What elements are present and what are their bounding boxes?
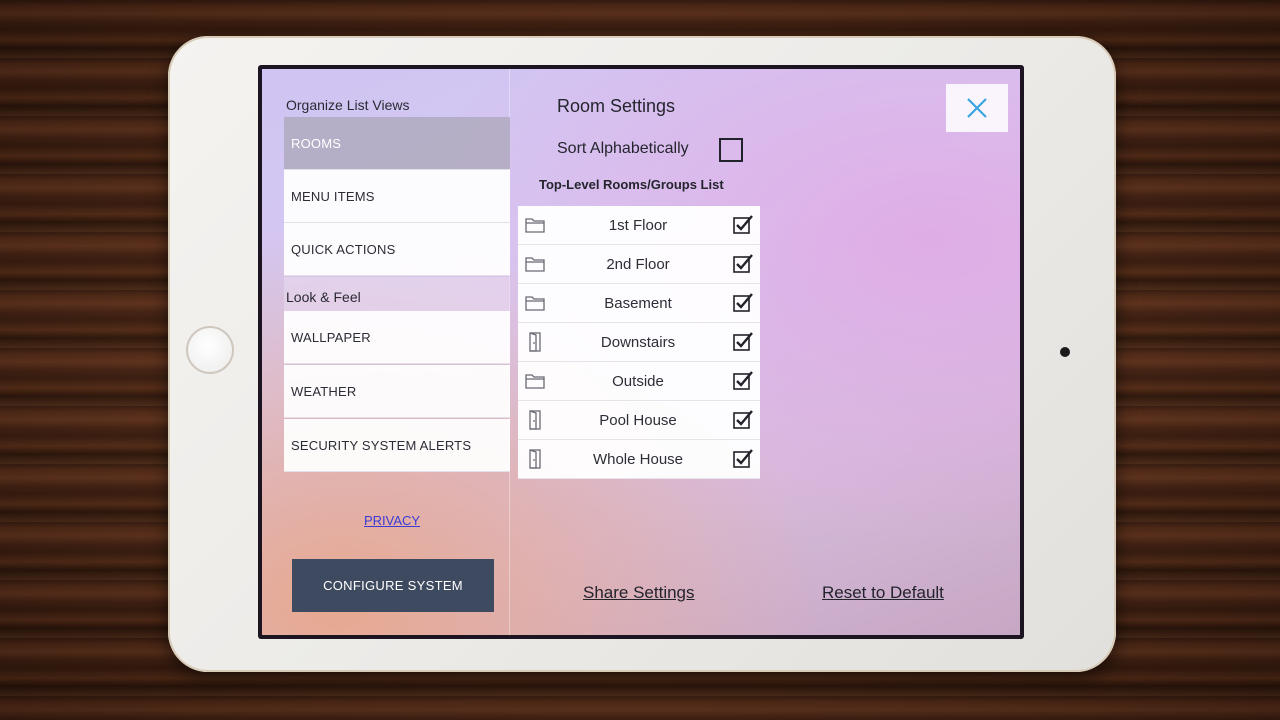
- sidebar: Organize List Views ROOMS MENU ITEMS QUI…: [262, 69, 510, 635]
- tablet-screen: Organize List Views ROOMS MENU ITEMS QUI…: [258, 65, 1024, 639]
- list-item[interactable]: Basement: [518, 284, 760, 323]
- room-name: Downstairs: [600, 333, 676, 351]
- sort-alphabetically-checkbox[interactable]: [719, 138, 743, 162]
- checkbox-checked-icon[interactable]: [732, 331, 754, 353]
- door-icon: [529, 410, 541, 430]
- privacy-link[interactable]: PRIVACY: [364, 513, 420, 528]
- folder-icon: [525, 296, 545, 311]
- home-button[interactable]: [186, 326, 234, 374]
- sidebar-item-label: QUICK ACTIONS: [291, 241, 396, 257]
- sidebar-item-label: ROOMS: [291, 135, 342, 151]
- list-item[interactable]: 1st Floor: [518, 206, 760, 245]
- folder-icon: [525, 257, 545, 272]
- sort-alphabetically-label: Sort Alphabetically: [557, 140, 689, 157]
- sidebar-item-label: SECURITY SYSTEM ALERTS: [291, 437, 472, 453]
- list-item[interactable]: Whole House: [518, 440, 760, 479]
- door-icon: [529, 449, 541, 469]
- settings-app: Organize List Views ROOMS MENU ITEMS QUI…: [262, 69, 1020, 635]
- room-name: 1st Floor: [608, 216, 668, 234]
- close-icon: [967, 98, 987, 118]
- sidebar-item-label: MENU ITEMS: [291, 188, 375, 204]
- list-item[interactable]: 2nd Floor: [518, 245, 760, 284]
- checkbox-checked-icon[interactable]: [732, 448, 754, 470]
- rooms-list-title: Top-Level Rooms/Groups List: [539, 177, 724, 192]
- rooms-list: 1st Floor 2nd Floor Basement Downstairs …: [518, 206, 760, 479]
- room-name: Outside: [612, 372, 664, 390]
- room-name: Whole House: [592, 450, 684, 468]
- list-item[interactable]: Downstairs: [518, 323, 760, 362]
- sidebar-item-security-alerts[interactable]: SECURITY SYSTEM ALERTS: [284, 419, 510, 472]
- configure-system-button[interactable]: CONFIGURE SYSTEM: [292, 559, 494, 612]
- checkbox-checked-icon[interactable]: [732, 214, 754, 236]
- share-settings-link[interactable]: Share Settings: [583, 583, 695, 603]
- door-icon: [529, 332, 541, 352]
- close-button[interactable]: [946, 84, 1008, 132]
- folder-icon: [525, 218, 545, 233]
- page-title: Room Settings: [557, 96, 676, 116]
- sidebar-item-rooms[interactable]: ROOMS: [284, 117, 510, 170]
- room-name: Pool House: [599, 411, 677, 429]
- reset-to-default-link[interactable]: Reset to Default: [822, 583, 944, 603]
- organize-section-title: Organize List Views: [286, 97, 410, 113]
- sidebar-item-quick-actions[interactable]: QUICK ACTIONS: [284, 223, 510, 276]
- sidebar-item-menu-items[interactable]: MENU ITEMS: [284, 170, 510, 223]
- sidebar-item-label: WEATHER: [291, 383, 357, 399]
- sidebar-item-label: WALLPAPER: [291, 329, 371, 345]
- sidebar-item-weather[interactable]: WEATHER: [284, 365, 510, 418]
- checkbox-checked-icon[interactable]: [732, 409, 754, 431]
- list-item[interactable]: Outside: [518, 362, 760, 401]
- lookfeel-section-title: Look & Feel: [286, 289, 361, 305]
- room-name: Basement: [604, 294, 672, 312]
- checkbox-checked-icon[interactable]: [732, 370, 754, 392]
- checkbox-checked-icon[interactable]: [732, 292, 754, 314]
- folder-icon: [525, 374, 545, 389]
- checkbox-checked-icon[interactable]: [732, 253, 754, 275]
- room-name: 2nd Floor: [606, 255, 670, 273]
- sidebar-item-wallpaper[interactable]: WALLPAPER: [284, 311, 510, 364]
- camera-lens: [1060, 347, 1070, 357]
- list-item[interactable]: Pool House: [518, 401, 760, 440]
